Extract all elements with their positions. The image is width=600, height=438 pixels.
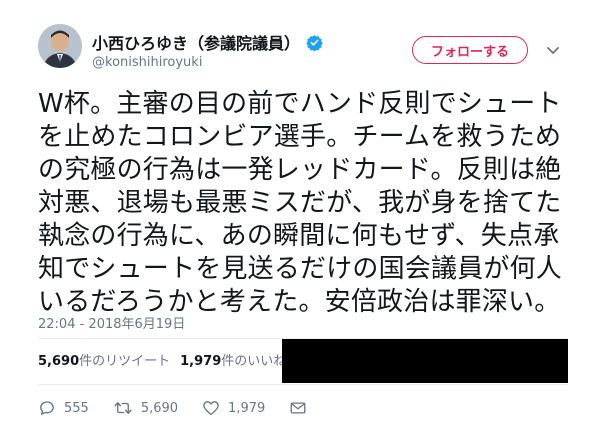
reply-button[interactable]: 555: [38, 399, 89, 417]
like-button[interactable]: 1,979: [202, 399, 265, 417]
reply-icon: [40, 401, 54, 415]
tweet-text-line: を止めたコロンビア選手。チームを救うため: [38, 122, 562, 152]
envelope-icon: [290, 402, 306, 414]
tweet-text-line: W杯。主審の目の前でハンド反則でシュート: [38, 89, 562, 119]
heart-icon: [203, 401, 219, 416]
verified-badge-icon: [306, 34, 323, 51]
reply-count: 555: [64, 400, 89, 416]
tweet-text-line: 対悪、退場も最悪ミスだが、我が身を捨てた: [38, 188, 562, 218]
chevron-down-icon[interactable]: [545, 42, 561, 58]
author-display-name[interactable]: 小西ひろゆき（参議院議員）: [92, 30, 323, 54]
like-stat[interactable]: 1,979件のいいね: [180, 350, 286, 369]
direct-message-button[interactable]: [289, 399, 315, 417]
tweet-text-line: 知でシュートを見送るだけの国会議員が何人: [38, 254, 563, 284]
retweet-stat-label: 件のリツイート: [79, 354, 171, 369]
author-name-text: 小西ひろゆき（参議院議員）: [92, 34, 301, 53]
tweet-text-line: の究極の行為は一発レッドカード。反則は絶: [38, 155, 562, 185]
like-stat-count: 1,979: [180, 354, 222, 369]
retweet-count: 5,690: [140, 400, 179, 416]
like-stat-label: 件のいいね: [221, 354, 287, 369]
tweet-text-line: 執念の行為に、あの瞬間に何もせず、失点承: [38, 221, 560, 251]
retweet-button[interactable]: 5,690: [113, 399, 178, 417]
engagement-stats: 5,690件のリツイート 1,979件のいいね: [38, 350, 286, 369]
like-count: 1,979: [228, 400, 266, 416]
retweet-stat-count: 5,690: [38, 354, 80, 369]
tweet-text: W杯。主審の目の前でハンド反則でシュート を止めたコロンビア選手。チームを救うた…: [38, 88, 578, 319]
retweet-stat[interactable]: 5,690件のリツイート: [38, 350, 170, 369]
redacted-avatars-block: [282, 339, 568, 383]
divider: [38, 384, 568, 385]
retweet-icon: [114, 402, 132, 414]
tweet-actions: 555 5,690 1,979: [38, 399, 339, 417]
avatar-portrait-icon: [38, 24, 82, 68]
author-handle[interactable]: @konishihiroyuki: [92, 55, 202, 70]
avatar[interactable]: [38, 24, 82, 68]
tweet-timestamp[interactable]: 22:04 - 2018年6月19日: [38, 313, 185, 332]
follow-button[interactable]: フォローする: [412, 36, 528, 64]
